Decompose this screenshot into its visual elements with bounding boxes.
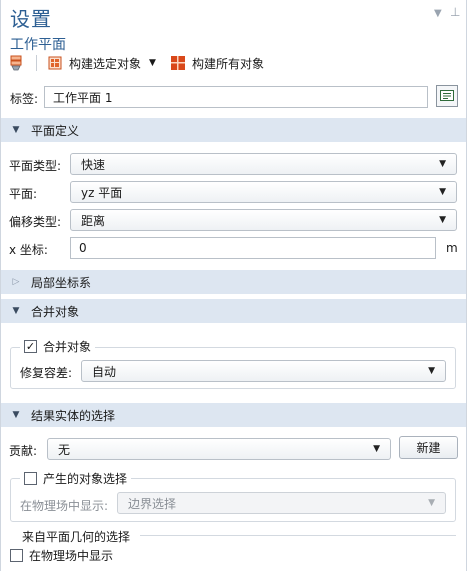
collapse-icon: ▼ — [12, 125, 20, 135]
expand-icon: ▷ — [12, 277, 20, 287]
build-all-icon[interactable] — [170, 55, 186, 71]
x-coordinate-input[interactable]: 0 — [70, 237, 436, 259]
resulting-selection-row[interactable]: 产生的对象选择 — [20, 470, 132, 487]
edit-label-button[interactable] — [436, 85, 458, 107]
offset-type-value: 距离 — [81, 213, 106, 228]
toolbar-separator — [36, 55, 37, 71]
chevron-down-icon[interactable]: ▼ — [149, 58, 156, 68]
toolbar: 构建选定对象 ▼ 构建所有对象 — [8, 53, 264, 73]
section-title: 局部坐标系 — [31, 275, 92, 290]
build-selected-button[interactable]: 构建选定对象 — [69, 55, 141, 72]
show-in-physics-checkbox-label: 在物理场中显示 — [29, 549, 114, 563]
section-result-selection[interactable]: ▼ 结果实体的选择 — [1, 403, 466, 427]
union-checkbox[interactable]: ✓ — [24, 340, 37, 353]
pin-icon[interactable]: ⊥ — [450, 5, 460, 19]
label-input[interactable]: 工作平面 1 — [44, 86, 428, 108]
union-checkbox-row[interactable]: ✓ 合并对象 — [20, 338, 96, 355]
union-checkbox-label: 合并对象 — [43, 340, 92, 354]
chevron-down-icon: ▼ — [439, 159, 446, 169]
plane-label: 平面: — [9, 187, 38, 201]
dropdown-menu-icon[interactable]: ▼ — [434, 8, 442, 19]
section-title: 合并对象 — [31, 304, 80, 319]
chevron-down-icon: ▼ — [439, 187, 446, 197]
x-coordinate-label: x 坐标: — [9, 243, 48, 257]
plane-type-value: 快速 — [81, 157, 106, 172]
node-title: 工作平面 — [10, 37, 66, 53]
plane-type-label: 平面类型: — [9, 159, 62, 173]
build-selected-icon[interactable] — [47, 55, 63, 71]
collapse-icon: ▼ — [12, 410, 20, 420]
show-in-physics-select[interactable]: 边界选择 ▼ — [117, 492, 446, 514]
section-title: 结果实体的选择 — [31, 408, 116, 423]
collapse-icon: ▼ — [12, 306, 20, 316]
plane-type-select[interactable]: 快速 ▼ — [70, 153, 457, 175]
plane-select[interactable]: yz 平面 ▼ — [70, 181, 457, 203]
repair-tolerance-value: 自动 — [92, 364, 117, 379]
chevron-down-icon: ▼ — [373, 444, 380, 454]
repair-tolerance-label: 修复容差: — [20, 366, 73, 380]
work-plane-icon[interactable] — [8, 55, 24, 71]
show-in-physics-row[interactable]: 在物理场中显示 — [10, 547, 113, 564]
chevron-down-icon: ▼ — [428, 498, 435, 508]
show-in-physics-label: 在物理场中显示: — [20, 499, 109, 513]
window-title: 设置 — [10, 7, 52, 31]
show-in-physics-value: 边界选择 — [128, 496, 177, 511]
section-union[interactable]: ▼ 合并对象 — [1, 299, 466, 323]
section-title: 平面定义 — [31, 123, 80, 138]
divider — [140, 535, 456, 536]
chevron-down-icon: ▼ — [428, 366, 435, 376]
repair-tolerance-select[interactable]: 自动 ▼ — [81, 360, 446, 382]
contribute-select[interactable]: 无 ▼ — [47, 438, 391, 460]
section-plane-definition[interactable]: ▼ 平面定义 — [1, 118, 466, 142]
offset-type-label: 偏移类型: — [9, 215, 62, 229]
new-button[interactable]: 新建 — [399, 436, 458, 459]
edit-label-icon — [440, 90, 454, 101]
from-plane-geometry-legend: 来自平面几何的选择 — [22, 530, 131, 544]
contribute-value: 无 — [58, 442, 71, 457]
show-in-physics-checkbox[interactable] — [10, 549, 23, 562]
label-caption: 标签: — [10, 92, 39, 106]
offset-type-select[interactable]: 距离 ▼ — [70, 209, 457, 231]
section-local-coordinates[interactable]: ▷ 局部坐标系 — [1, 270, 466, 294]
resulting-selection-label: 产生的对象选择 — [43, 472, 128, 486]
plane-value: yz 平面 — [81, 185, 123, 200]
chevron-down-icon: ▼ — [439, 215, 446, 225]
contribute-label: 贡献: — [9, 444, 38, 458]
x-coordinate-unit: m — [446, 241, 458, 255]
resulting-selection-checkbox[interactable] — [24, 472, 37, 485]
build-all-button[interactable]: 构建所有对象 — [192, 55, 264, 72]
